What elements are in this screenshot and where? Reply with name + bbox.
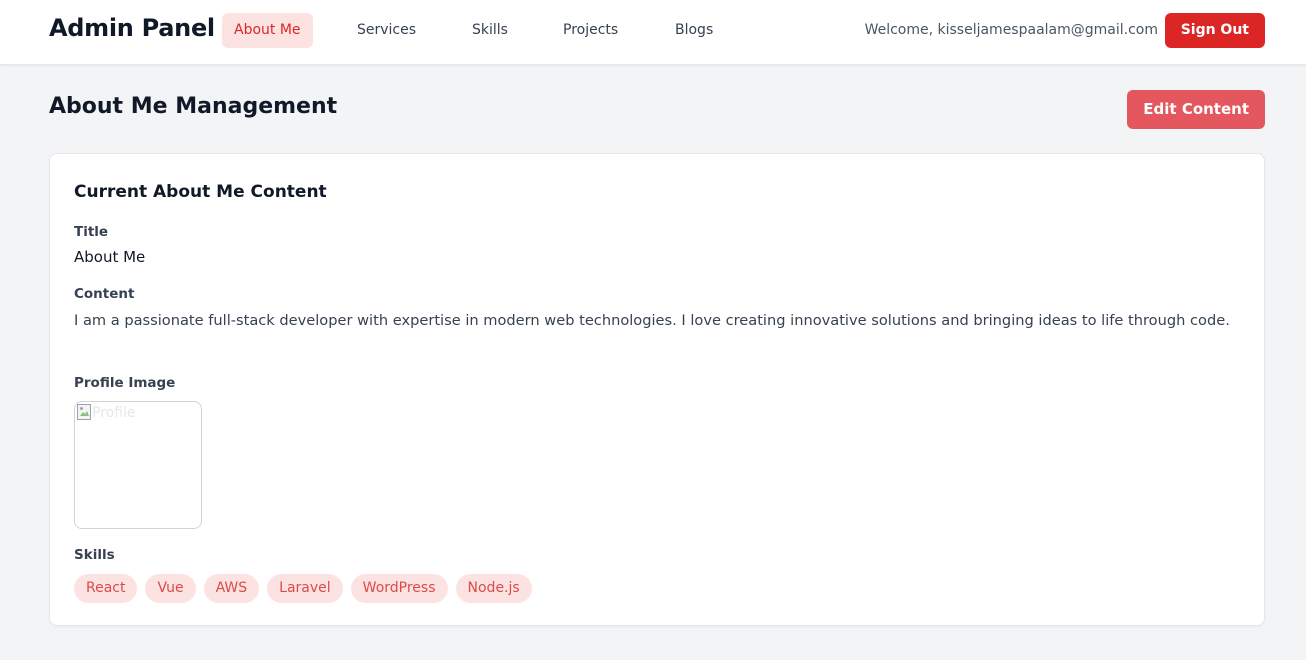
edit-content-button[interactable]: Edit Content xyxy=(1127,90,1265,129)
nav-item-about-me[interactable]: About Me xyxy=(222,13,313,48)
sign-out-button[interactable]: Sign Out xyxy=(1164,13,1265,48)
nav-item-skills[interactable]: Skills xyxy=(460,13,520,48)
card-title: Current About Me Content xyxy=(74,182,327,202)
content-label: Content xyxy=(74,286,135,302)
profile-image: Profile xyxy=(74,401,202,529)
nav-item-services[interactable]: Services xyxy=(345,13,428,48)
about-me-content-card: Current About Me Content Title About Me … xyxy=(49,153,1265,626)
nav-item-blogs[interactable]: Blogs xyxy=(663,13,725,48)
broken-image-icon xyxy=(77,404,91,420)
welcome-text: Welcome, kisseljamespaalam@gmail.com xyxy=(864,22,1158,38)
skill-chip-vue: Vue xyxy=(145,574,196,603)
skills-list: React Vue AWS Laravel WordPress Node.js xyxy=(74,574,532,603)
skill-chip-react: React xyxy=(74,574,138,603)
page-title: About Me Management xyxy=(49,94,338,119)
nav-item-projects[interactable]: Projects xyxy=(551,13,630,48)
skill-chip-aws: AWS xyxy=(203,574,260,603)
title-label: Title xyxy=(74,224,109,240)
skill-chip-nodejs: Node.js xyxy=(455,574,532,603)
content-value: I am a passionate full-stack developer w… xyxy=(74,312,1230,329)
top-navbar: Admin Panel About Me Services Skills Pro… xyxy=(0,0,1306,65)
skill-chip-laravel: Laravel xyxy=(267,574,343,603)
title-value: About Me xyxy=(74,248,146,266)
skill-chip-wordpress: WordPress xyxy=(350,574,448,603)
skills-label: Skills xyxy=(74,547,115,563)
brand-title: Admin Panel xyxy=(49,14,215,42)
profile-image-label: Profile Image xyxy=(74,375,176,391)
profile-image-alt-text: Profile xyxy=(92,405,136,421)
